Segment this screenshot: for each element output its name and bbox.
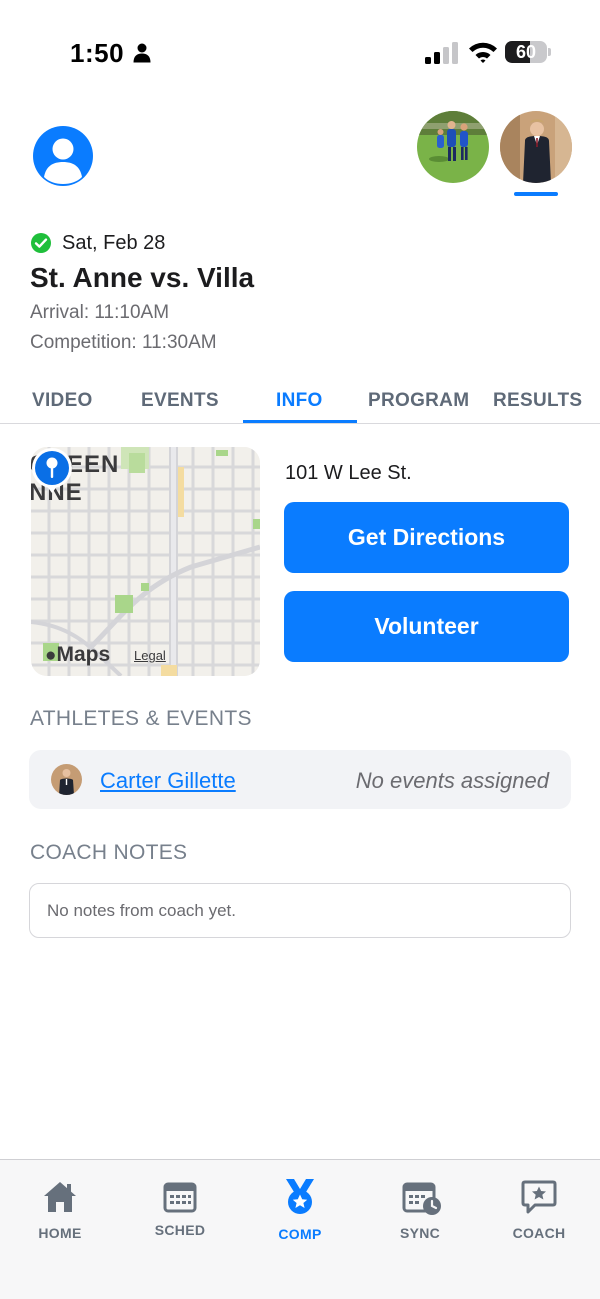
nav-sync-label: SYNC bbox=[399, 1225, 441, 1241]
athlete-events-status: No events assigned bbox=[355, 768, 549, 793]
nav-home[interactable]: HOME bbox=[15, 1180, 105, 1241]
athlete-photo bbox=[51, 764, 82, 795]
home-icon bbox=[44, 1182, 76, 1212]
arrival-time: Arrival: 11:10AM bbox=[30, 302, 170, 323]
tab-program[interactable]: PROGRAM bbox=[368, 390, 469, 412]
calendar-icon bbox=[163, 1182, 197, 1213]
nav-coach[interactable]: COACH bbox=[494, 1180, 584, 1241]
battery-percent: 60 bbox=[515, 42, 537, 62]
tab-video[interactable]: VIDEO bbox=[32, 390, 93, 412]
event-address: 101 W Lee St. bbox=[285, 462, 412, 484]
cellular-signal-icon bbox=[425, 42, 458, 64]
volunteer-button[interactable]: Volunteer bbox=[284, 591, 569, 662]
calendar-sync-icon bbox=[402, 1182, 441, 1215]
location-map[interactable]: QUEEN NNE ●Maps Legal bbox=[31, 447, 260, 676]
soccer-player-photo bbox=[417, 111, 489, 183]
nav-coach-label: COACH bbox=[512, 1225, 566, 1241]
nav-comp-label: COMP bbox=[278, 1226, 322, 1242]
event-tabs: VIDEO EVENTS INFO PROGRAM RESULTS bbox=[0, 380, 600, 424]
tab-results[interactable]: RESULTS bbox=[493, 390, 582, 412]
athlete-name-link[interactable]: Carter Gillette bbox=[100, 768, 236, 794]
tab-events[interactable]: EVENTS bbox=[141, 390, 219, 412]
medal-icon bbox=[286, 1179, 314, 1214]
athletes-events-heading: ATHLETES & EVENTS bbox=[30, 707, 252, 730]
competition-time: Competition: 11:30AM bbox=[30, 332, 217, 353]
check-circle-icon bbox=[31, 233, 51, 253]
suited-athlete-photo bbox=[500, 111, 572, 183]
map-pin-icon bbox=[32, 448, 72, 493]
apple-maps-logo: ●Maps bbox=[45, 643, 111, 666]
nav-home-label: HOME bbox=[38, 1225, 82, 1241]
coach-notes-heading: COACH NOTES bbox=[30, 841, 188, 864]
bottom-tab-bar: HOME SCHED COMP SYNC COACH bbox=[0, 1159, 600, 1299]
status-time: 1:50 bbox=[70, 38, 125, 68]
nav-sched[interactable]: SCHED bbox=[135, 1180, 225, 1240]
tab-info[interactable]: INFO bbox=[276, 390, 323, 412]
event-date-row: Sat, Feb 28 bbox=[30, 231, 165, 255]
profile-button[interactable] bbox=[33, 126, 93, 186]
nav-sched-label: SCHED bbox=[154, 1222, 206, 1238]
list-item: Carter Gillette No events assigned bbox=[29, 750, 571, 809]
event-title: St. Anne vs. Villa bbox=[30, 262, 255, 293]
get-directions-button[interactable]: Get Directions bbox=[284, 502, 569, 573]
coach-notes-box: No notes from coach yet. bbox=[29, 883, 571, 938]
person-icon bbox=[133, 43, 151, 63]
maps-legal-link[interactable]: Legal bbox=[134, 648, 166, 663]
maps-brand-text: Maps bbox=[56, 643, 111, 666]
coach-notes-text: No notes from coach yet. bbox=[47, 901, 236, 920]
event-date: Sat, Feb 28 bbox=[62, 231, 166, 254]
selected-athlete-indicator bbox=[514, 192, 558, 196]
active-tab-indicator bbox=[243, 420, 357, 423]
athlete-avatar-selected[interactable] bbox=[500, 111, 572, 183]
avatar bbox=[51, 764, 82, 795]
athlete-avatar-soccer[interactable] bbox=[417, 111, 489, 183]
nav-sync[interactable]: SYNC bbox=[375, 1180, 465, 1241]
battery-indicator: 60 bbox=[505, 41, 551, 65]
chat-star-icon bbox=[521, 1180, 557, 1214]
person-circle-icon bbox=[44, 138, 82, 184]
status-bar: 1:50 60 bbox=[0, 0, 600, 100]
nav-comp[interactable]: COMP bbox=[255, 1179, 345, 1242]
wifi-icon bbox=[469, 42, 497, 63]
